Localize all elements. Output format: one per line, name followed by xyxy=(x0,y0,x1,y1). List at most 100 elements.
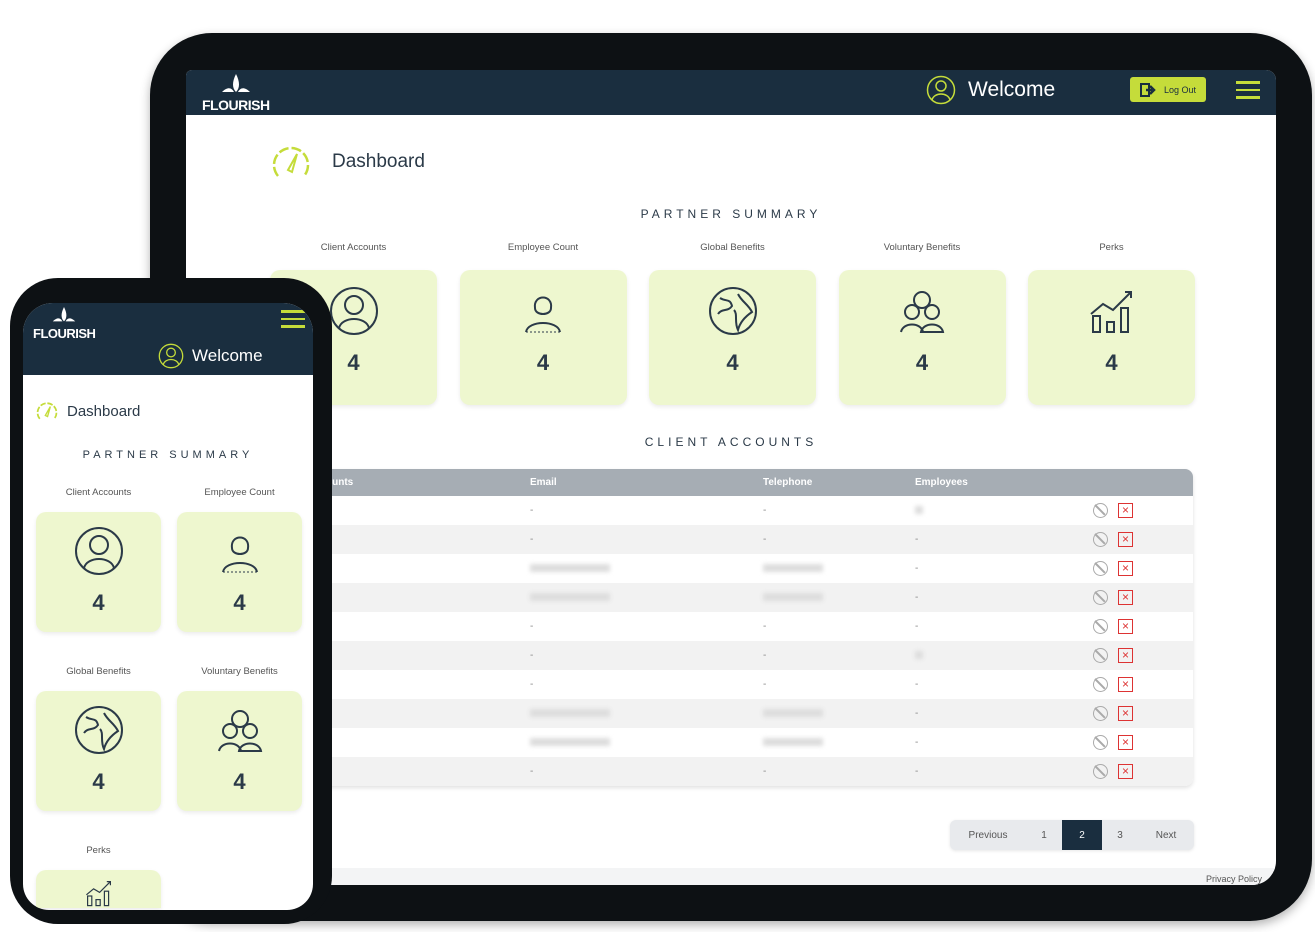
redacted-value xyxy=(530,564,610,573)
logout-button[interactable]: Log Out xyxy=(1130,77,1207,102)
redacted-value xyxy=(530,709,610,718)
leaf-icon xyxy=(221,74,250,92)
table-row[interactable]: - × xyxy=(316,583,1193,612)
col-accounts[interactable]: ounts xyxy=(316,469,530,496)
page-1[interactable]: 1 xyxy=(1026,820,1062,850)
tablet-screen: FLOURISH Welcome Log Out Dashboard PARTN… xyxy=(186,70,1276,885)
group-icon xyxy=(900,291,945,333)
table-row[interactable]: - - × xyxy=(316,641,1193,670)
ban-icon[interactable] xyxy=(1093,764,1108,779)
summary-card-4[interactable] xyxy=(36,870,161,908)
page-title: Dashboard xyxy=(270,144,425,180)
card-label: Perks xyxy=(1099,242,1124,253)
hamburger-icon[interactable] xyxy=(281,305,305,333)
logo[interactable]: FLOURISH xyxy=(202,74,270,113)
col-actions xyxy=(1093,469,1193,496)
ban-icon[interactable] xyxy=(1093,532,1108,547)
partner-summary-heading: PARTNER SUMMARY xyxy=(640,207,822,221)
ban-icon[interactable] xyxy=(1093,706,1108,721)
user-icon xyxy=(926,75,956,105)
ban-icon[interactable] xyxy=(1093,648,1108,663)
user-icon xyxy=(329,287,378,335)
card-label: Client Accounts xyxy=(65,487,132,498)
redacted-value xyxy=(763,709,823,718)
top-header: FLOURISH Welcome Log Out xyxy=(186,70,1276,115)
col-email[interactable]: Email xyxy=(530,469,763,496)
summary-card-2[interactable]: 4 xyxy=(649,270,816,405)
pagination: Previous 1 2 3 Next xyxy=(950,820,1194,850)
privacy-link[interactable]: Privacy Policy xyxy=(1206,874,1262,884)
close-icon[interactable]: × xyxy=(1118,648,1133,663)
leaf-icon xyxy=(53,307,76,322)
close-icon[interactable]: × xyxy=(1118,590,1133,605)
close-icon[interactable]: × xyxy=(1118,532,1133,547)
col-telephone[interactable]: Telephone xyxy=(763,469,915,496)
welcome: Welcome xyxy=(926,75,1055,105)
summary-card-0[interactable]: 4 xyxy=(36,512,161,632)
ban-icon[interactable] xyxy=(1093,677,1108,692)
client-accounts-heading: CLIENT ACCOUNTS xyxy=(644,435,818,449)
table-row[interactable]: - × xyxy=(316,554,1193,583)
summary-card-1[interactable]: 4 xyxy=(177,512,302,632)
redacted-value xyxy=(763,738,823,747)
welcome: Welcome xyxy=(158,343,263,369)
card-label: Voluntary Benefits xyxy=(201,666,278,677)
card-label: Client Accounts xyxy=(320,242,387,253)
close-icon[interactable]: × xyxy=(1118,764,1133,779)
card-label: Employee Count xyxy=(204,487,275,498)
table-row[interactable]: - - - × xyxy=(316,525,1193,554)
footer: Privacy Policy xyxy=(186,868,1276,885)
close-icon[interactable]: × xyxy=(1118,677,1133,692)
summary-card-1[interactable]: 4 xyxy=(459,270,627,405)
partner-summary-heading: PARTNER SUMMARY xyxy=(82,449,254,461)
redacted-value xyxy=(915,506,923,515)
close-icon[interactable]: × xyxy=(1118,735,1133,750)
chart-icon xyxy=(85,881,111,907)
table-row[interactable]: - × xyxy=(316,728,1193,757)
ban-icon[interactable] xyxy=(1093,561,1108,576)
table-row[interactable]: - - - × xyxy=(316,612,1193,641)
col-employees[interactable]: Employees xyxy=(915,469,1093,496)
ban-icon[interactable] xyxy=(1093,619,1108,634)
card-value: 4 xyxy=(347,350,360,375)
user-icon xyxy=(158,343,184,369)
previous-button[interactable]: Previous xyxy=(950,820,1026,850)
hamburger-icon[interactable] xyxy=(1236,76,1260,104)
speedometer-icon xyxy=(272,146,310,177)
page-2[interactable]: 2 xyxy=(1062,820,1102,850)
close-icon[interactable]: × xyxy=(1118,561,1133,576)
summary-card-3[interactable]: 4 xyxy=(177,691,302,811)
phone-screen: FLOURISH Welcome Dashboard PARTNER SUMMA… xyxy=(23,303,313,910)
chart-icon xyxy=(1089,291,1132,333)
card-value: 4 xyxy=(536,350,550,375)
card-label: Global Benefits xyxy=(66,666,131,677)
next-button[interactable]: Next xyxy=(1138,820,1194,850)
summary-card-3[interactable]: 4 xyxy=(838,270,1006,405)
phone-header: FLOURISH Welcome xyxy=(23,303,313,375)
summary-card-2[interactable]: 4 xyxy=(36,691,161,811)
accounts-table: ounts Email Telephone Employees - - × - - - × -… xyxy=(316,469,1193,786)
redacted-value xyxy=(530,738,610,747)
card-label: Perks xyxy=(86,845,111,856)
table-row[interactable]: - - - × xyxy=(316,670,1193,699)
ban-icon[interactable] xyxy=(1093,590,1108,605)
close-icon[interactable]: × xyxy=(1118,503,1133,518)
logo[interactable]: FLOURISH xyxy=(33,307,96,341)
page-3[interactable]: 3 xyxy=(1102,820,1138,850)
table-row[interactable]: - - × xyxy=(316,496,1193,525)
ban-icon[interactable] xyxy=(1093,503,1108,518)
card-value: 4 xyxy=(92,769,105,794)
redacted-value xyxy=(763,593,823,602)
table-row[interactable]: - × xyxy=(316,699,1193,728)
redacted-value xyxy=(530,593,610,602)
close-icon[interactable]: × xyxy=(1118,706,1133,721)
table-row[interactable]: - - - × xyxy=(316,757,1193,786)
redacted-value xyxy=(763,564,823,573)
card-value: 4 xyxy=(92,590,105,615)
summary-card-4[interactable]: 4 xyxy=(1028,270,1195,405)
user-icon xyxy=(74,527,123,575)
ban-icon[interactable] xyxy=(1093,735,1108,750)
redacted-value xyxy=(915,651,923,660)
employee-icon xyxy=(221,536,258,573)
close-icon[interactable]: × xyxy=(1118,619,1133,634)
